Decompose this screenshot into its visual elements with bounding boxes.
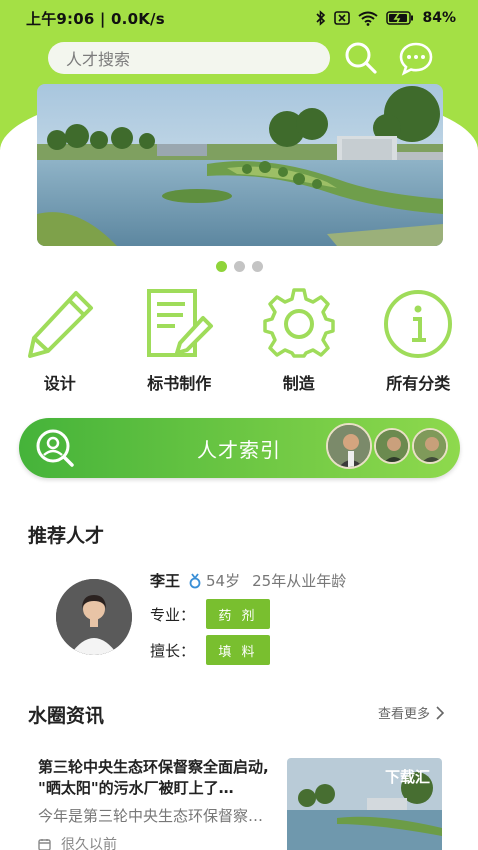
category-design[interactable]: 设计 [0, 288, 120, 394]
search-input[interactable]: 人才搜索 [48, 42, 330, 74]
search-row: 人才搜索 [0, 40, 478, 76]
news-image-watermark: 下载汇 [384, 768, 430, 786]
view-more-link[interactable]: 查看更多 [378, 703, 444, 722]
document-edit-icon [147, 289, 214, 357]
person-skill-row: 擅长： 填 料 [150, 635, 270, 665]
pencil-icon [27, 291, 93, 358]
news-description: 今年是第三轮中央生态环保督察… [38, 807, 264, 825]
message-icon[interactable] [398, 40, 434, 76]
calendar-icon [38, 838, 51, 850]
talent-avatars [326, 422, 448, 469]
carousel-dot[interactable] [215, 261, 227, 272]
person-experience: 25年从业年龄 [252, 572, 347, 590]
view-more-label: 查看更多 [377, 707, 430, 722]
news-title[interactable]: 第三轮中央生态环保督察全面启动, "晒太阳"的污水厂被盯上了… [38, 757, 272, 799]
info-icon [384, 290, 453, 358]
bluetooth-icon [316, 10, 326, 26]
category-all[interactable]: 所有分类 [359, 288, 478, 394]
avatar [412, 427, 448, 464]
category-grid: 设计 标书制作 制造 所有分类 [0, 288, 478, 394]
avatar [374, 427, 410, 464]
skill-label: 擅长： [150, 641, 196, 660]
major-tag[interactable]: 药 剂 [206, 599, 270, 629]
category-bid-document[interactable]: 标书制作 [120, 288, 240, 394]
wifi-icon [358, 11, 379, 26]
section-title-news: 水圈资讯 [28, 701, 104, 736]
status-time: 上午9:06 | 0.0K/s [26, 9, 165, 28]
avatar [326, 422, 372, 469]
person-name[interactable]: 李王 [150, 570, 180, 591]
category-label: 标书制作 [147, 374, 212, 393]
carousel-dots [0, 261, 478, 272]
news-time: 很久以前 [38, 834, 117, 850]
carousel-dot[interactable] [233, 261, 245, 272]
female-icon [189, 572, 201, 588]
news-time-label: 很久以前 [61, 837, 117, 850]
news-thumbnail[interactable]: 下载汇 [287, 758, 442, 850]
section-title-recommended: 推荐人才 [28, 521, 104, 556]
chevron-right-icon [436, 705, 444, 720]
person-age: 54岁 [206, 572, 241, 590]
search-icon[interactable] [344, 41, 378, 75]
category-manufacturing[interactable]: 制造 [239, 288, 359, 394]
banner-carousel[interactable] [37, 84, 443, 246]
major-label: 专业： [150, 605, 196, 624]
carousel-dot[interactable] [251, 261, 263, 272]
battery-icon [386, 11, 414, 25]
gear-icon [263, 288, 335, 358]
category-label: 制造 [282, 374, 315, 393]
skill-tag[interactable]: 填 料 [206, 635, 270, 665]
status-bar: 上午9:06 | 0.0K/s 84% [0, 0, 478, 36]
avatar[interactable] [56, 579, 132, 655]
sim-off-icon [334, 11, 351, 25]
person-info: 李王 54岁 25年从业年龄 [150, 570, 346, 591]
talent-index-button[interactable]: 人才索引 [19, 418, 460, 478]
battery-level: 84% [422, 10, 456, 26]
category-label: 设计 [43, 374, 76, 393]
person-major-row: 专业： 药 剂 [150, 599, 270, 629]
category-label: 所有分类 [386, 374, 451, 393]
banner-image [37, 84, 443, 246]
